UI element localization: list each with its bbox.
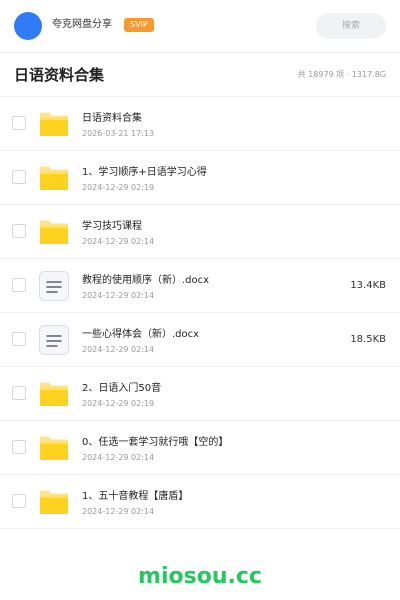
- file-date: 2026-03-21 17:13: [82, 129, 155, 138]
- file-name: 教程的使用顺序（新）.docx: [82, 275, 210, 286]
- folder-icon-svg: [40, 382, 68, 406]
- share-page: 夸克网盘分享 SVIP 搜索 日语资料合集 共 18979 项 · 1317.8…: [0, 0, 400, 600]
- folder-icon-svg: [40, 220, 68, 244]
- folder-icon: [38, 162, 70, 194]
- file-date: 2024-12-29 02:14: [82, 291, 155, 300]
- row-checkbox[interactable]: [12, 332, 26, 346]
- file-list: 日语资料合集 2026-03-21 17:13 1、学习顺序+日语学习心得 20…: [0, 97, 400, 529]
- file-name: 2、日语入门50音: [82, 383, 162, 394]
- search-button[interactable]: 搜索: [316, 13, 386, 39]
- file-size: 18.5KB: [350, 334, 386, 345]
- folder-icon-svg: [40, 112, 68, 136]
- file-name: 一些心得体会（新）.docx: [82, 329, 200, 340]
- file-row[interactable]: 一些心得体会（新）.docx 2024-12-29 02:14 18.5KB: [0, 313, 400, 367]
- folder-icon-svg: [40, 490, 68, 514]
- file-row[interactable]: 2、日语入门50音 2024-12-29 02:19: [0, 367, 400, 421]
- row-checkbox[interactable]: [12, 440, 26, 454]
- user-avatar[interactable]: [14, 12, 42, 40]
- file-row[interactable]: 日语资料合集 2026-03-21 17:13: [0, 97, 400, 151]
- file-date: 2024-12-29 02:19: [82, 183, 155, 192]
- row-checkbox[interactable]: [12, 116, 26, 130]
- file-date: 2024-12-29 02:14: [82, 453, 155, 462]
- row-checkbox[interactable]: [12, 278, 26, 292]
- file-row[interactable]: 1、五十音教程【唐盾】 2024-12-29 02:14: [0, 475, 400, 529]
- folder-icon-svg: [40, 436, 68, 460]
- row-checkbox[interactable]: [12, 224, 26, 238]
- folder-summary: 共 18979 项 · 1317.8G: [297, 70, 386, 79]
- file-size: 13.4KB: [350, 280, 386, 291]
- svip-badge: SVIP: [124, 18, 154, 32]
- folder-header: 日语资料合集 共 18979 项 · 1317.8G: [0, 53, 400, 97]
- file-date: 2024-12-29 02:14: [82, 345, 155, 354]
- file-name: 日语资料合集: [82, 113, 142, 124]
- file-row[interactable]: 教程的使用顺序（新）.docx 2024-12-29 02:14 13.4KB: [0, 259, 400, 313]
- file-row[interactable]: 1、学习顺序+日语学习心得 2024-12-29 02:19: [0, 151, 400, 205]
- folder-icon-svg: [40, 166, 68, 190]
- document-icon-svg: [39, 271, 69, 301]
- folder-icon: [38, 486, 70, 518]
- folder-icon: [38, 108, 70, 140]
- file-name: 0、任选一套学习就行哦【空的】: [82, 437, 229, 448]
- row-checkbox[interactable]: [12, 386, 26, 400]
- document-icon: [38, 324, 70, 356]
- document-icon: [38, 270, 70, 302]
- file-row[interactable]: 学习技巧课程 2024-12-29 02:14: [0, 205, 400, 259]
- folder-icon: [38, 432, 70, 464]
- share-user-name: 夸克网盘分享: [52, 19, 112, 30]
- folder-title: 日语资料合集: [14, 66, 105, 84]
- document-icon-svg: [39, 325, 69, 355]
- folder-icon: [38, 216, 70, 248]
- watermark-text: miosou.cc: [138, 564, 262, 589]
- file-row[interactable]: 0、任选一套学习就行哦【空的】 2024-12-29 02:14: [0, 421, 400, 475]
- file-name: 1、学习顺序+日语学习心得: [82, 167, 207, 178]
- file-date: 2024-12-29 02:14: [82, 237, 155, 246]
- row-checkbox[interactable]: [12, 494, 26, 508]
- file-date: 2024-12-29 02:19: [82, 399, 155, 408]
- file-date: 2024-12-29 02:14: [82, 507, 155, 516]
- folder-icon: [38, 378, 70, 410]
- top-bar: 夸克网盘分享 SVIP 搜索: [0, 0, 400, 53]
- row-checkbox[interactable]: [12, 170, 26, 184]
- file-name: 1、五十音教程【唐盾】: [82, 491, 189, 502]
- file-name: 学习技巧课程: [82, 221, 142, 232]
